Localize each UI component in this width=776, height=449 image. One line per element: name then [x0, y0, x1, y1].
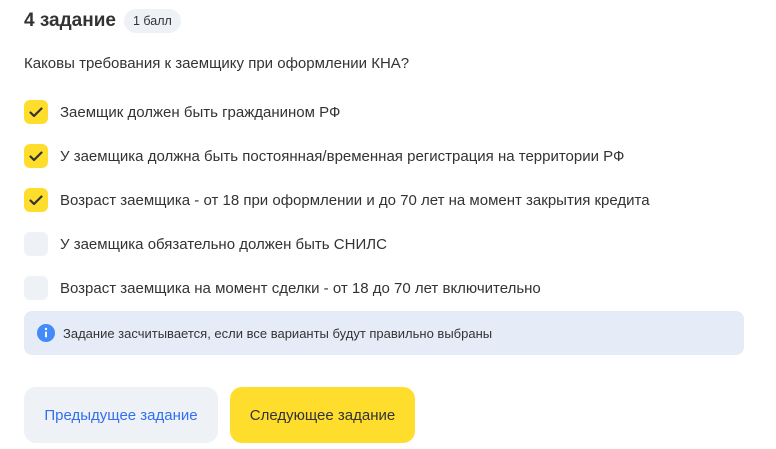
option-label: Возраст заемщика - от 18 при оформлении … [60, 191, 650, 209]
info-text: Задание засчитывается, если все варианты… [63, 325, 493, 341]
checkbox[interactable] [24, 232, 48, 256]
option-item[interactable]: Возраст заемщика на момент сделки - от 1… [24, 268, 650, 312]
option-item[interactable]: Заемщик должен быть гражданином РФ [24, 92, 650, 136]
option-item[interactable]: У заемщика должна быть постоянная/времен… [24, 136, 650, 180]
task-title: 4 задание [24, 10, 116, 31]
previous-task-button[interactable]: Предыдущее задание [24, 387, 218, 443]
options-list: Заемщик должен быть гражданином РФ У зае… [24, 92, 650, 312]
checkmark-icon [29, 150, 43, 161]
option-label: Возраст заемщика на момент сделки - от 1… [60, 279, 541, 297]
info-notice: Задание засчитывается, если все варианты… [24, 311, 744, 355]
checkbox[interactable] [24, 100, 48, 124]
option-label: У заемщика должна быть постоянная/времен… [60, 147, 625, 165]
option-label: У заемщика обязательно должен быть СНИЛС [60, 235, 387, 253]
option-item[interactable]: Возраст заемщика - от 18 при оформлении … [24, 180, 650, 224]
next-task-button[interactable]: Следующее задание [230, 387, 415, 443]
question-text: Каковы требования к заемщику при оформле… [24, 55, 410, 72]
checkmark-icon [29, 106, 43, 117]
option-item[interactable]: У заемщика обязательно должен быть СНИЛС [24, 224, 650, 268]
checkbox[interactable] [24, 276, 48, 300]
info-icon [37, 324, 55, 342]
points-badge: 1 балл [123, 9, 181, 33]
checkmark-icon [29, 194, 43, 205]
option-label: Заемщик должен быть гражданином РФ [60, 103, 341, 121]
checkbox[interactable] [24, 188, 48, 212]
checkbox[interactable] [24, 144, 48, 168]
task-header: 4 задание 1 балл [24, 9, 181, 33]
